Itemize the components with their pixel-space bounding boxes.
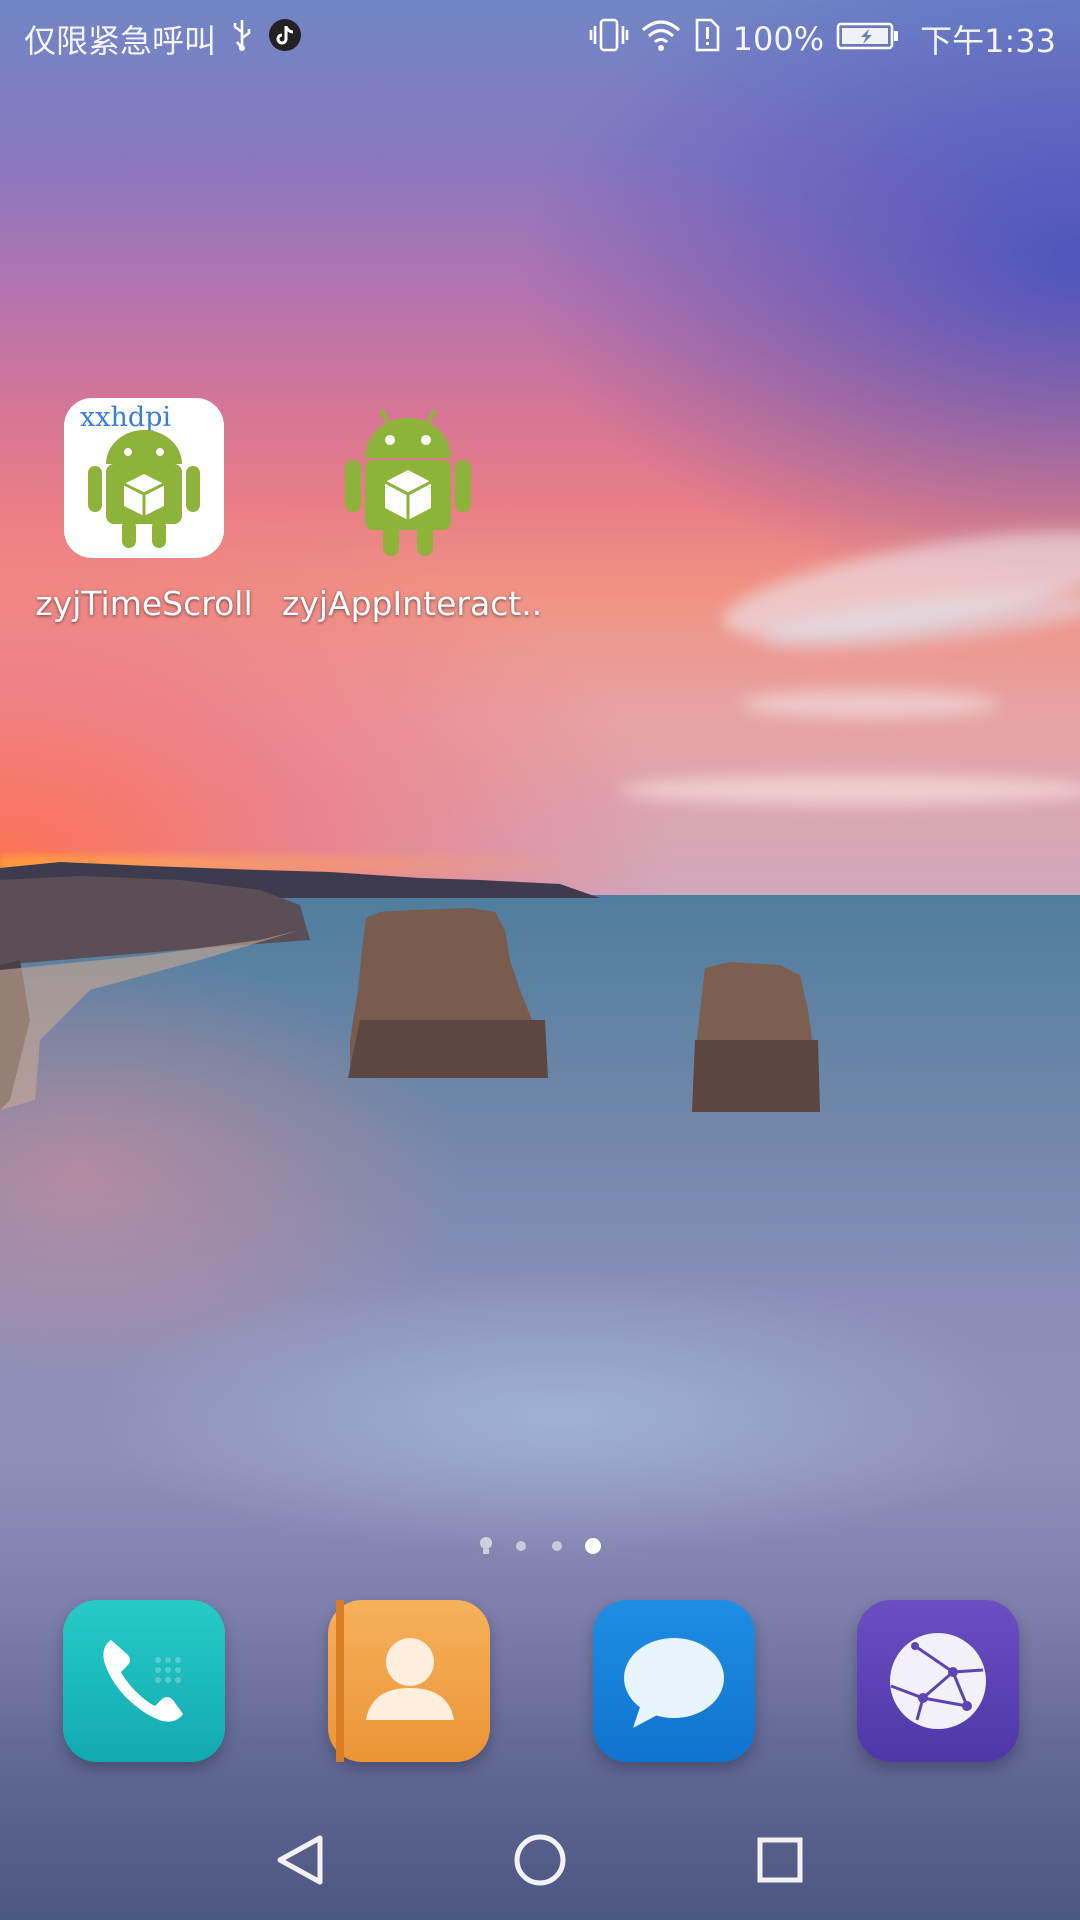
home-icon[interactable] bbox=[490, 1812, 590, 1912]
browser-icon bbox=[890, 1633, 986, 1729]
navigation-bar bbox=[0, 1812, 1080, 1920]
android-app-icon bbox=[327, 398, 487, 558]
usb-icon bbox=[230, 18, 254, 60]
page-dot[interactable] bbox=[552, 1541, 562, 1551]
battery-percent: 100% bbox=[732, 20, 825, 58]
app-zyjtimescroll[interactable]: xxhdpi zyjTimeScroll bbox=[19, 398, 269, 623]
app-label: zyjTimeScroll bbox=[35, 584, 253, 623]
tiktok-icon bbox=[268, 18, 302, 60]
status-bar: 仅限紧急呼叫 100% 下午1:33 bbox=[0, 0, 1080, 74]
home-screen: 仅限紧急呼叫 100% 下午1:33 xxhdpi zyjTimeScroll … bbox=[0, 0, 1080, 1920]
bulb-icon[interactable] bbox=[478, 1535, 494, 1557]
dock-contacts-app[interactable] bbox=[328, 1600, 490, 1762]
wifi-icon bbox=[641, 18, 681, 60]
page-dot-active[interactable] bbox=[585, 1538, 601, 1554]
recents-icon[interactable] bbox=[730, 1812, 830, 1912]
phone-icon bbox=[103, 1640, 183, 1722]
app-zyjappinteract[interactable]: zyjAppInteract.. bbox=[282, 398, 543, 623]
battery-charging-icon bbox=[836, 18, 900, 60]
android-app-icon: xxhdpi bbox=[64, 398, 224, 558]
message-icon bbox=[624, 1638, 724, 1728]
page-dot[interactable] bbox=[516, 1541, 526, 1551]
sim-alert-icon bbox=[693, 17, 721, 61]
dock-phone-app[interactable] bbox=[63, 1600, 225, 1762]
app-label: zyjAppInteract.. bbox=[282, 584, 543, 623]
back-icon[interactable] bbox=[250, 1812, 350, 1912]
page-indicator[interactable] bbox=[0, 1535, 1080, 1557]
contacts-icon bbox=[336, 1600, 454, 1762]
clock: 下午1:33 bbox=[920, 22, 1056, 60]
carrier-text: 仅限紧急呼叫 bbox=[24, 22, 217, 60]
dock-messages-app[interactable] bbox=[593, 1600, 755, 1762]
dock-browser-app[interactable] bbox=[857, 1600, 1019, 1762]
vibrate-icon bbox=[589, 17, 629, 61]
